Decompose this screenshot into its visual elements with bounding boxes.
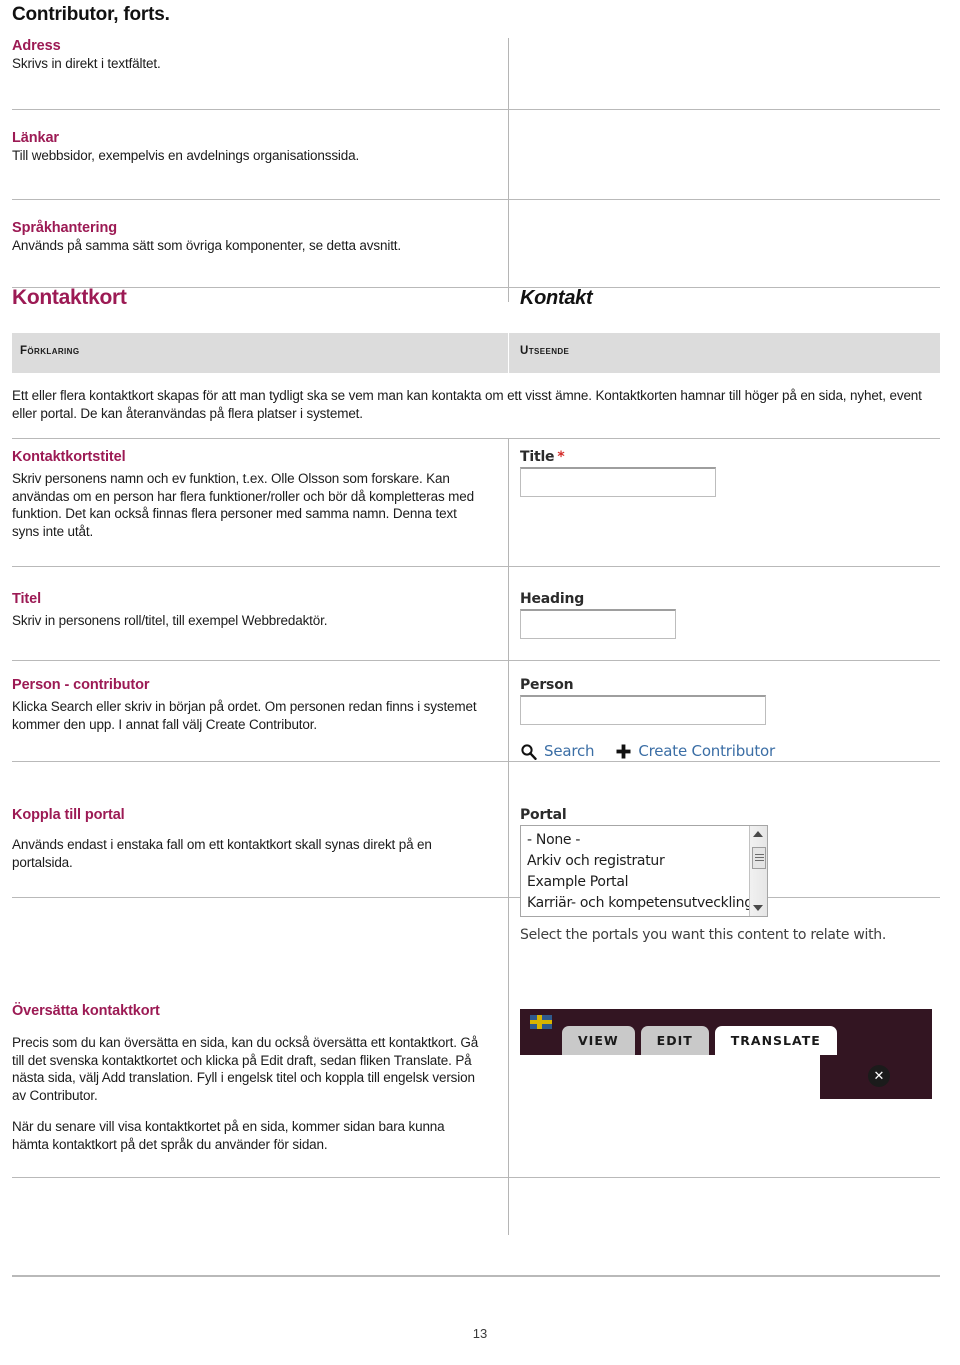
- section-title-kontakt: Kontakt: [520, 287, 593, 309]
- section-title-kontaktkort: Kontaktkort: [12, 286, 127, 309]
- table-row-titel: Titel Skriv in personens roll/titel, til…: [12, 581, 940, 668]
- row-divider: [12, 566, 940, 568]
- translate-tabs-screenshot: VIEW EDIT TRANSLATE ✕: [520, 1009, 932, 1100]
- tab-list: VIEW EDIT TRANSLATE: [562, 1026, 837, 1056]
- plus-icon: [616, 744, 631, 759]
- section-body-sprakhantering: Används på samma sätt som övriga kompone…: [12, 238, 402, 254]
- top-section-row: Språkhantering Används på samma sätt som…: [12, 200, 940, 288]
- tab-translate[interactable]: TRANSLATE: [714, 1026, 837, 1056]
- row-heading-person-contributor: Person - contributor: [12, 677, 150, 694]
- person-input[interactable]: [520, 695, 766, 726]
- table-row-oversatta-kontaktkort: Översätta kontaktkort Precis som du kan …: [12, 989, 940, 1236]
- table-column-header-band: Förklaring Utseende: [12, 333, 940, 373]
- field-label-portal: Portal: [520, 807, 567, 824]
- row-divider: [12, 761, 940, 763]
- tab-view[interactable]: VIEW: [562, 1026, 635, 1056]
- comparison-table: Ett eller flera kontaktkort skapas för a…: [12, 373, 940, 1236]
- row-vertical-divider: [508, 989, 509, 1236]
- field-label-person: Person: [520, 677, 574, 694]
- row-heading-oversatta-kontaktkort: Översätta kontaktkort: [12, 1003, 160, 1020]
- heading-input[interactable]: [520, 609, 676, 640]
- column-header-utseende: Utseende: [520, 345, 570, 357]
- top-sections-table: Adress Skrivs in direkt i textfältet. Lä…: [12, 34, 940, 302]
- field-label-heading: Heading: [520, 591, 585, 608]
- section-heading-adress: Adress: [12, 38, 61, 54]
- search-label: Search: [544, 742, 595, 761]
- portal-help-text: Select the portals you want this content…: [520, 926, 886, 943]
- section-body-adress: Skrivs in direkt i textfältet.: [12, 56, 161, 71]
- page-number: 13: [472, 1326, 488, 1341]
- row-heading-titel: Titel: [12, 591, 42, 608]
- tab-edit[interactable]: EDIT: [640, 1026, 709, 1056]
- swedish-flag-icon: [530, 1015, 552, 1030]
- portal-option[interactable]: Example Portal: [521, 872, 767, 893]
- field-label-title: Title *: [520, 449, 940, 465]
- column-header-forklaring: Förklaring: [20, 345, 80, 357]
- row-vertical-divider: [508, 793, 509, 990]
- portal-listbox-scrollbar[interactable]: [749, 826, 767, 916]
- row-heading-koppla-till-portal: Koppla till portal: [12, 807, 125, 824]
- row-body-titel: Skriv in personens roll/titel, till exem…: [12, 613, 328, 629]
- row-vertical-divider: [508, 581, 509, 668]
- top-section-row: Länkar Till webbsidor, exempelvis en avd…: [12, 110, 940, 201]
- document-page: Contributor, forts. Adress Skrivs in dir…: [0, 0, 960, 1365]
- table-row-kontaktkortstitel: Kontaktkortstitel Skriv personens namn o…: [12, 439, 940, 582]
- scrollbar-thumb[interactable]: [752, 847, 766, 870]
- page-title: Contributor, forts.: [12, 4, 170, 25]
- row-body-oversatta-1: Precis som du kan översätta en sida, kan…: [12, 1035, 479, 1103]
- portal-option[interactable]: Karriär- och kompetensutveckling: [521, 893, 767, 914]
- create-contributor-action[interactable]: Create Contributor: [616, 742, 775, 760]
- portal-option[interactable]: Arkiv och registratur: [521, 851, 767, 872]
- row-body-oversatta-2: När du senare vill visa kontaktkortet på…: [12, 1119, 445, 1152]
- section-heading-lankar: Länkar: [12, 129, 59, 146]
- table-row-person-contributor: Person - contributor Klicka Search eller…: [12, 667, 940, 794]
- row-vertical-divider: [508, 667, 509, 794]
- scroll-up-arrow-icon[interactable]: [753, 831, 763, 838]
- scroll-down-arrow-icon[interactable]: [753, 904, 763, 911]
- required-asterisk: *: [557, 449, 565, 466]
- create-contributor-label: Create Contributor: [638, 742, 775, 761]
- search-icon: [520, 743, 537, 760]
- tab-panel-content: [520, 1055, 820, 1100]
- close-icon[interactable]: ✕: [868, 1065, 890, 1088]
- person-actions: Search Create Contributor: [520, 742, 940, 760]
- table-row-koppla-till-portal: Koppla till portal Används endast i enst…: [12, 793, 940, 990]
- tab-panel: ✕: [520, 1055, 932, 1100]
- row-body-kontaktkortstitel: Skriv personens namn och ev funktion, t.…: [12, 471, 474, 539]
- search-action[interactable]: Search: [520, 742, 595, 761]
- row-divider: [12, 1177, 940, 1179]
- tab-bar: VIEW EDIT TRANSLATE: [520, 1009, 932, 1056]
- title-input[interactable]: [520, 467, 716, 498]
- top-section-row: Adress Skrivs in direkt i textfältet.: [12, 34, 940, 110]
- intro-paragraph: Ett eller flera kontaktkort skapas för a…: [12, 388, 922, 421]
- portal-option[interactable]: - None -: [521, 830, 767, 851]
- page-bottom-rule: [12, 1275, 940, 1277]
- row-body-person-contributor: Klicka Search eller skriv in början på o…: [12, 699, 477, 732]
- row-heading-kontaktkortstitel: Kontaktkortstitel: [12, 449, 126, 466]
- column-header-divider: [508, 333, 509, 373]
- section-header: Kontaktkort Kontakt: [12, 286, 940, 330]
- row-divider: [12, 659, 940, 661]
- section-heading-sprakhantering: Språkhantering: [12, 220, 117, 237]
- field-label-title-text: Title: [520, 449, 555, 466]
- table-row-intro: Ett eller flera kontaktkort skapas för a…: [12, 373, 940, 440]
- row-vertical-divider: [508, 439, 509, 582]
- row-body-koppla-till-portal: Används endast i enstaka fall om ett kon…: [12, 837, 432, 870]
- portal-listbox[interactable]: - None - Arkiv och registratur Example P…: [520, 825, 768, 917]
- section-body-lankar: Till webbsidor, exempelvis en avdelnings…: [12, 147, 360, 163]
